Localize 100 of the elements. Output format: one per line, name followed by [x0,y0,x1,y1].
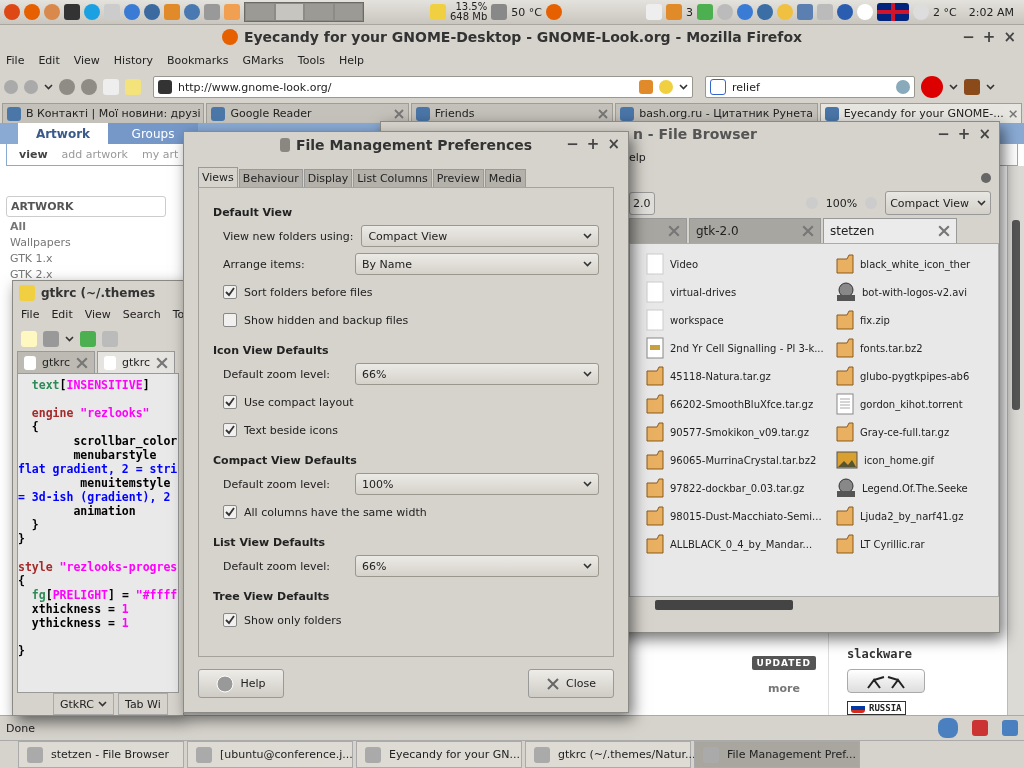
tab-width-dropdown[interactable]: Tab Wi [118,693,168,715]
address-field[interactable]: http://www.gnome-look.org/ [153,76,693,98]
menu-item[interactable]: Bookmarks [167,53,229,67]
listing-entry[interactable]: icon_home.gif [836,446,998,474]
path-button[interactable]: 2.0 [629,191,655,215]
workspace-switcher[interactable] [244,2,364,22]
window-control-button[interactable]: + [957,125,971,143]
subnav-link[interactable]: view [19,148,48,161]
listing-entry[interactable]: Video [646,250,836,278]
menu-item[interactable]: View [73,53,100,67]
browser-tab[interactable]: Eyecandy for your GNOME-... [819,103,1023,123]
listing-entry[interactable]: workspace [646,306,836,334]
listing-entry[interactable]: Legend.Of.The.Seeke [836,474,998,502]
menu-item[interactable]: Tools [297,53,325,67]
close-icon[interactable] [598,108,609,119]
checkbox-label[interactable]: All columns have the same width [244,505,427,519]
checkbox-label[interactable]: Use compact layout [244,395,354,409]
dropdown[interactable]: 66% [355,363,599,385]
scrollbar[interactable] [1007,166,1024,715]
taskbar-button[interactable]: stetzen - File Browser [18,741,184,768]
menu-item[interactable]: View [84,308,111,324]
category-link[interactable]: Wallpapers [6,236,166,249]
menu-item[interactable]: elp [629,150,646,164]
checkbox-label[interactable]: Show only folders [244,613,342,627]
checkbox[interactable] [223,285,237,299]
code-editor[interactable] [17,373,179,693]
listing-entry[interactable]: fonts.tar.bz2 [836,334,998,362]
menu-item[interactable]: Help [338,53,365,67]
category-link[interactable]: GTK 1.x [6,252,166,265]
listing-entry[interactable]: fix.zip [836,306,998,334]
window-control-button[interactable]: × [607,135,620,153]
listing-entry[interactable]: 2nd Yr Cell Signalling - Pl 3-k... [646,334,836,362]
close-icon[interactable] [802,225,814,237]
dialog-tab[interactable]: Preview [432,169,484,187]
syntax-dropdown[interactable]: GtkRC [53,693,114,715]
category-link[interactable]: GTK 2.x [6,268,166,281]
dropdown[interactable]: Compact View [361,225,599,247]
browser-tab[interactable]: Friends [410,103,614,123]
listing-entry[interactable]: black_white_icon_ther [836,250,998,278]
listing-entry[interactable]: 98015-Dust-Macchiato-Semi... [646,502,836,530]
window-control-button[interactable]: × [978,125,991,143]
help-button[interactable]: Help [198,669,284,698]
listing-entry[interactable]: Ljuda2_by_narf41.gz [836,502,998,530]
location-tab[interactable]: stetzen [823,218,957,243]
browser-tab[interactable]: В Контакті | Мої новини: друзі [2,103,205,123]
close-button[interactable]: Close [528,669,614,698]
listing-entry[interactable]: Gray-ce-full.tar.gz [836,418,998,446]
dialog-tab[interactable]: List Columns [353,169,432,187]
listing-entry[interactable]: 90577-Smokikon_v09.tar.gz [646,418,836,446]
clock[interactable]: 2:02 AM [968,6,1014,18]
close-icon[interactable] [76,356,88,369]
listing-entry[interactable]: 97822-dockbar_0.03.tar.gz [646,474,836,502]
checkbox[interactable] [223,313,237,327]
menu-item[interactable]: File [21,308,40,324]
checkbox[interactable] [223,395,237,409]
keyboard-layout-flag-icon[interactable] [877,3,910,21]
listing-entry[interactable]: LT Cyrillic.rar [836,530,998,558]
menu-item[interactable]: GMarks [242,53,284,67]
checkbox-label[interactable]: Sort folders before files [244,285,373,299]
listing-entry[interactable]: gordon_kihot.torrent [836,390,998,418]
taskbar-button[interactable]: Eyecandy for your GN... [356,741,522,768]
window-control-button[interactable]: − [937,125,950,143]
checkbox[interactable] [223,423,237,437]
window-control-button[interactable]: − [566,135,579,153]
close-icon[interactable] [1008,108,1018,119]
window-control-button[interactable]: + [982,28,996,46]
window-control-button[interactable]: − [962,28,975,46]
dropdown[interactable]: 66% [355,555,599,577]
window-control-button[interactable]: + [586,135,600,153]
close-icon[interactable] [938,225,950,237]
listing-entry[interactable]: 45118-Natura.tar.gz [646,362,836,390]
listing-entry[interactable]: glubo-pygtkpipes-ab6 [836,362,998,390]
menu-item[interactable]: Search [122,308,161,324]
dropdown[interactable]: 100% [355,473,599,495]
category-link[interactable]: All [6,220,166,233]
taskbar-button[interactable]: [ubuntu@conference.j... [187,741,353,768]
checkbox[interactable] [223,505,237,519]
close-icon[interactable] [393,108,404,119]
view-mode-dropdown[interactable]: Compact View [885,191,991,215]
editor-tab[interactable]: gtkrc [17,351,95,373]
dialog-tab[interactable]: Media [484,169,526,187]
menu-item[interactable]: File [6,53,25,67]
page-tab[interactable]: Artwork [18,123,108,144]
browser-tab[interactable]: bash.org.ru - Цитатник Рунета [615,103,818,123]
editor-tab[interactable]: gtkrc [97,351,175,373]
listing-entry[interactable]: bot-with-logos-v2.avi [836,278,998,306]
dialog-tab[interactable]: Behaviour [238,169,303,187]
checkbox[interactable] [223,613,237,627]
taskbar-button[interactable]: File Management Pref... [694,741,860,768]
checkbox-label[interactable]: Text beside icons [244,423,339,437]
dialog-tab[interactable]: Display [303,169,353,187]
location-tab[interactable] [629,218,687,243]
logo[interactable]: slackware [847,647,1007,661]
menu-item[interactable]: Edit [38,53,60,67]
more-link[interactable]: more [768,682,800,695]
menu-item[interactable]: Edit [51,308,73,324]
browser-tab[interactable]: Google Reader [206,103,409,123]
listing-entry[interactable]: ALLBLACK_0_4_by_Mandar... [646,530,836,558]
menu-item[interactable]: History [113,53,153,67]
close-icon[interactable] [156,356,168,369]
